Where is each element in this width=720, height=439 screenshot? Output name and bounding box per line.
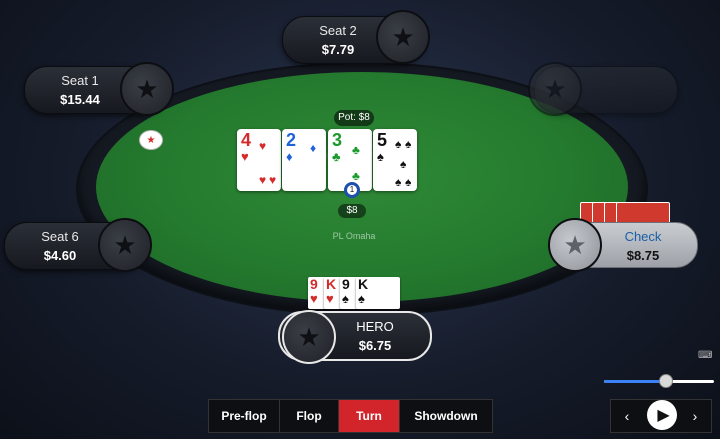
play-icon: ▶ bbox=[657, 407, 670, 424]
avatar-icon: ★ bbox=[120, 62, 174, 116]
bet-amount: $8 bbox=[338, 204, 366, 218]
pot-label: Pot: $8 bbox=[334, 110, 374, 126]
street-navigation: Pre-flop Flop Turn Showdown bbox=[208, 399, 493, 433]
slider-thumb[interactable] bbox=[658, 374, 673, 388]
chevron-right-icon[interactable]: › bbox=[681, 400, 709, 432]
replay-controls: ‹ ▶ › bbox=[610, 399, 712, 433]
board-card-4: 5 ♠ ♠ ♠ ♠ ♠ ♠ bbox=[373, 129, 417, 191]
avatar-icon: ★ bbox=[376, 10, 430, 64]
street-showdown-button[interactable]: Showdown bbox=[400, 400, 492, 432]
street-preflop-button[interactable]: Pre-flop bbox=[209, 400, 280, 432]
game-type-label: PL Omaha bbox=[332, 231, 376, 241]
avatar-icon: ★ bbox=[282, 310, 336, 364]
bet-chip-icon: 1 bbox=[344, 182, 360, 198]
chevron-left-icon[interactable]: ‹ bbox=[613, 400, 641, 432]
street-turn-button[interactable]: Turn bbox=[339, 400, 400, 432]
board-card-1: 4 ♥ ♥ ♥ ♥ bbox=[237, 129, 281, 191]
avatar-icon: ★ bbox=[548, 218, 602, 272]
replay-speed-slider[interactable] bbox=[604, 374, 714, 388]
board-card-2: 2 ♦ ♦ bbox=[282, 129, 326, 191]
hero-card-4: K ♠ bbox=[356, 277, 400, 309]
avatar-icon: ★ bbox=[98, 218, 152, 272]
keyboard-icon[interactable]: ⌨ bbox=[698, 350, 712, 361]
play-button[interactable]: ▶ bbox=[647, 400, 677, 430]
street-flop-button[interactable]: Flop bbox=[280, 400, 339, 432]
avatar-icon: ★ bbox=[528, 62, 582, 116]
dealer-button: ★ bbox=[139, 130, 163, 150]
